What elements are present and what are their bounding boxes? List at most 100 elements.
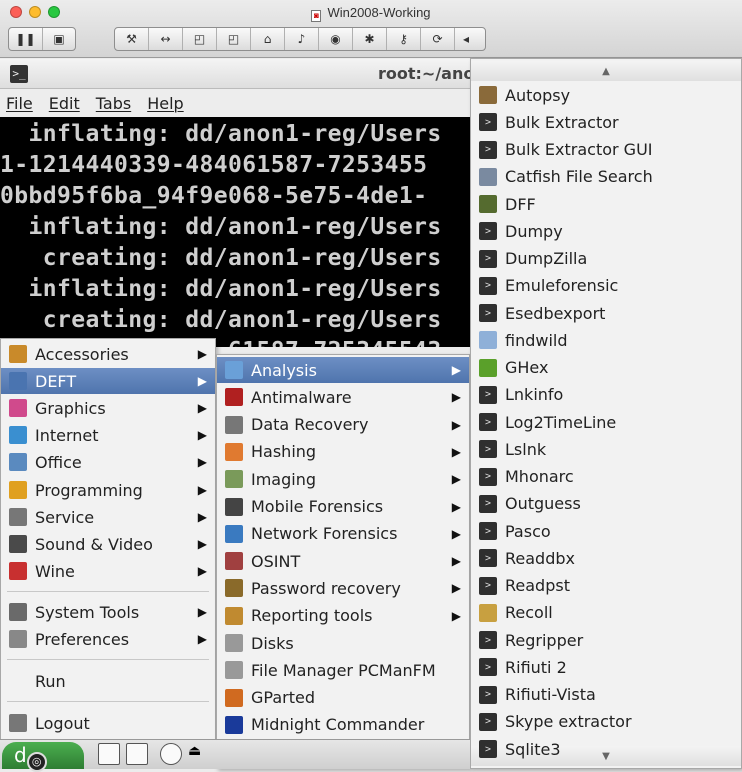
terminal-icon: > (479, 740, 497, 758)
main-item-internet[interactable]: Internet ▶ (1, 422, 215, 448)
main-item-run[interactable]: Run (1, 668, 215, 694)
mobile-icon (225, 497, 243, 516)
main-item-office[interactable]: Office ▶ (1, 449, 215, 475)
sync-icon[interactable]: ⟳ (421, 28, 455, 50)
terminal-icon: > (479, 685, 497, 704)
analysis-item-outguess[interactable]: > Outguess (471, 491, 741, 517)
analysis-item-autopsy[interactable]: Autopsy (471, 82, 741, 108)
analysis-item-log2timeline[interactable]: > Log2TimeLine (471, 409, 741, 435)
clock-icon[interactable] (160, 743, 182, 765)
main-item-accessories[interactable]: Accessories ▶ (1, 341, 215, 367)
analysis-item-readdbx[interactable]: > Readdbx (471, 545, 741, 571)
snapshot-button[interactable]: ▣ (43, 28, 75, 50)
eject-icon[interactable]: ⏏ (188, 743, 210, 765)
analysis-item-dumpzilla[interactable]: > DumpZilla (471, 246, 741, 272)
analysis-item-esedbexport[interactable]: > Esedbexport (471, 300, 741, 326)
show-desktop-icon[interactable] (98, 743, 120, 765)
analysis-item-lnkinfo[interactable]: > Lnkinfo (471, 382, 741, 408)
main-item-label: Office (35, 452, 82, 472)
submenu-arrow-icon: ▶ (451, 554, 461, 569)
main-item-graphics[interactable]: Graphics ▶ (1, 395, 215, 421)
analysis-item-mhonarc[interactable]: > Mhonarc (471, 464, 741, 490)
pause-button[interactable]: ❚❚ (9, 28, 43, 50)
deft-item-imaging[interactable]: Imaging ▶ (217, 466, 469, 492)
main-item-sound-video[interactable]: Sound & Video ▶ (1, 531, 215, 557)
analysis-item-dumpy[interactable]: > Dumpy (471, 218, 741, 244)
analysis-item-lslnk[interactable]: > Lslnk (471, 436, 741, 462)
analysis-item-sqlite3[interactable]: > Sqlite3 (471, 736, 741, 762)
chevron-left-icon[interactable]: ◂ (455, 28, 477, 50)
analysis-item-rifiuti-vista[interactable]: > Rifiuti-Vista (471, 682, 741, 708)
camera-icon[interactable]: ◉ (319, 28, 353, 50)
osint-icon (225, 552, 243, 571)
file-manager-icon[interactable] (126, 743, 148, 765)
main-item-deft[interactable]: DEFT ▶ (1, 368, 215, 394)
menu-edit[interactable]: Edit (49, 94, 80, 113)
analysis-item-regripper[interactable]: > Regripper (471, 627, 741, 653)
analysis-item-readpst[interactable]: > Readpst (471, 573, 741, 599)
analysis-item-label: Outguess (505, 494, 581, 514)
menu-separator (7, 659, 209, 660)
analysis-item-emuleforensic[interactable]: > Emuleforensic (471, 273, 741, 299)
analysis-item-skype-extractor[interactable]: > Skype extractor (471, 709, 741, 735)
main-item-label: System Tools (35, 602, 140, 622)
analysis-item-label: Emuleforensic (505, 276, 619, 296)
deft-item-hashing[interactable]: Hashing ▶ (217, 439, 469, 465)
menu-tabs[interactable]: Tabs (96, 94, 131, 113)
main-item-programming[interactable]: Programming ▶ (1, 477, 215, 503)
start-label: d (14, 743, 27, 767)
analysis-item-label: Skype extractor (505, 712, 632, 732)
terminal-line: 0bbd95f6ba_94f9e068-5e75-4de1- (0, 183, 428, 209)
disk-icon[interactable]: ◰ (183, 28, 217, 50)
deft-item-password-recovery[interactable]: Password recovery ▶ (217, 575, 469, 601)
terminal-icon: > (479, 440, 497, 459)
logout-icon (9, 714, 27, 732)
deft-item-midnight-commander[interactable]: Midnight Commander (217, 712, 469, 738)
main-item-logout[interactable]: Logout (1, 710, 215, 736)
dff-icon (479, 195, 497, 213)
analysis-item-catfish-file-search[interactable]: Catfish File Search (471, 164, 741, 190)
deft-item-network-forensics[interactable]: Network Forensics ▶ (217, 521, 469, 547)
menu-help[interactable]: Help (147, 94, 183, 113)
analysis-item-findwild[interactable]: findwild (471, 327, 741, 353)
deft-item-file-manager-pcmanfm[interactable]: File Manager PCManFM (217, 657, 469, 683)
deft-item-label: Mobile Forensics (251, 497, 384, 516)
settings-wrench-icon[interactable]: ⚒ (115, 28, 149, 50)
analysis-item-recoll[interactable]: Recoll (471, 600, 741, 626)
bluetooth-icon[interactable]: ✱ (353, 28, 387, 50)
terminal-icon: > (479, 222, 497, 241)
magnifier-icon (479, 331, 497, 350)
deft-item-osint[interactable]: OSINT ▶ (217, 548, 469, 574)
submenu-arrow-icon: ▶ (197, 510, 207, 524)
menu-file[interactable]: File (6, 94, 33, 113)
terminal-icon: > (479, 249, 497, 268)
analysis-item-pasco[interactable]: > Pasco (471, 518, 741, 544)
network-arrows-icon[interactable]: ↔ (149, 28, 183, 50)
analysis-item-bulk-extractor[interactable]: > Bulk Extractor (471, 109, 741, 135)
deft-item-analysis[interactable]: Analysis ▶ (217, 357, 469, 383)
deft-item-disks[interactable]: Disks (217, 630, 469, 656)
analysis-item-dff[interactable]: DFF (471, 191, 741, 217)
deft-item-gparted[interactable]: GParted (217, 685, 469, 711)
deft-item-data-recovery[interactable]: Data Recovery ▶ (217, 412, 469, 438)
start-menu-button[interactable]: d ◎ (2, 742, 84, 772)
submenu-arrow-icon: ▶ (197, 455, 207, 469)
deft-item-reporting-tools[interactable]: Reporting tools ▶ (217, 603, 469, 629)
main-item-system-tools[interactable]: System Tools ▶ (1, 599, 215, 625)
deft-item-antimalware[interactable]: Antimalware ▶ (217, 384, 469, 410)
analysis-item-bulk-extractor-gui[interactable]: > Bulk Extractor GUI (471, 137, 741, 163)
usb-icon[interactable]: ⚷ (387, 28, 421, 50)
analysis-item-rifiuti-2[interactable]: > Rifiuti 2 (471, 654, 741, 680)
terminal-line: creating: dd/anon1-reg/Users (0, 307, 442, 333)
analysis-item-ghex[interactable]: GHex (471, 355, 741, 381)
disk2-icon[interactable]: ◰ (217, 28, 251, 50)
printer-icon[interactable]: ⌂ (251, 28, 285, 50)
search-icon (225, 361, 243, 379)
main-item-service[interactable]: Service ▶ (1, 504, 215, 530)
analysis-submenu: ▲ ▼ Autopsy > Bulk Extractor > Bulk Extracto… (470, 58, 742, 769)
main-item-preferences[interactable]: Preferences ▶ (1, 626, 215, 652)
main-item-wine[interactable]: Wine ▶ (1, 558, 215, 584)
scroll-up-arrow[interactable]: ▲ (471, 61, 741, 81)
deft-item-mobile-forensics[interactable]: Mobile Forensics ▶ (217, 494, 469, 520)
sound-icon[interactable]: ♪ (285, 28, 319, 50)
